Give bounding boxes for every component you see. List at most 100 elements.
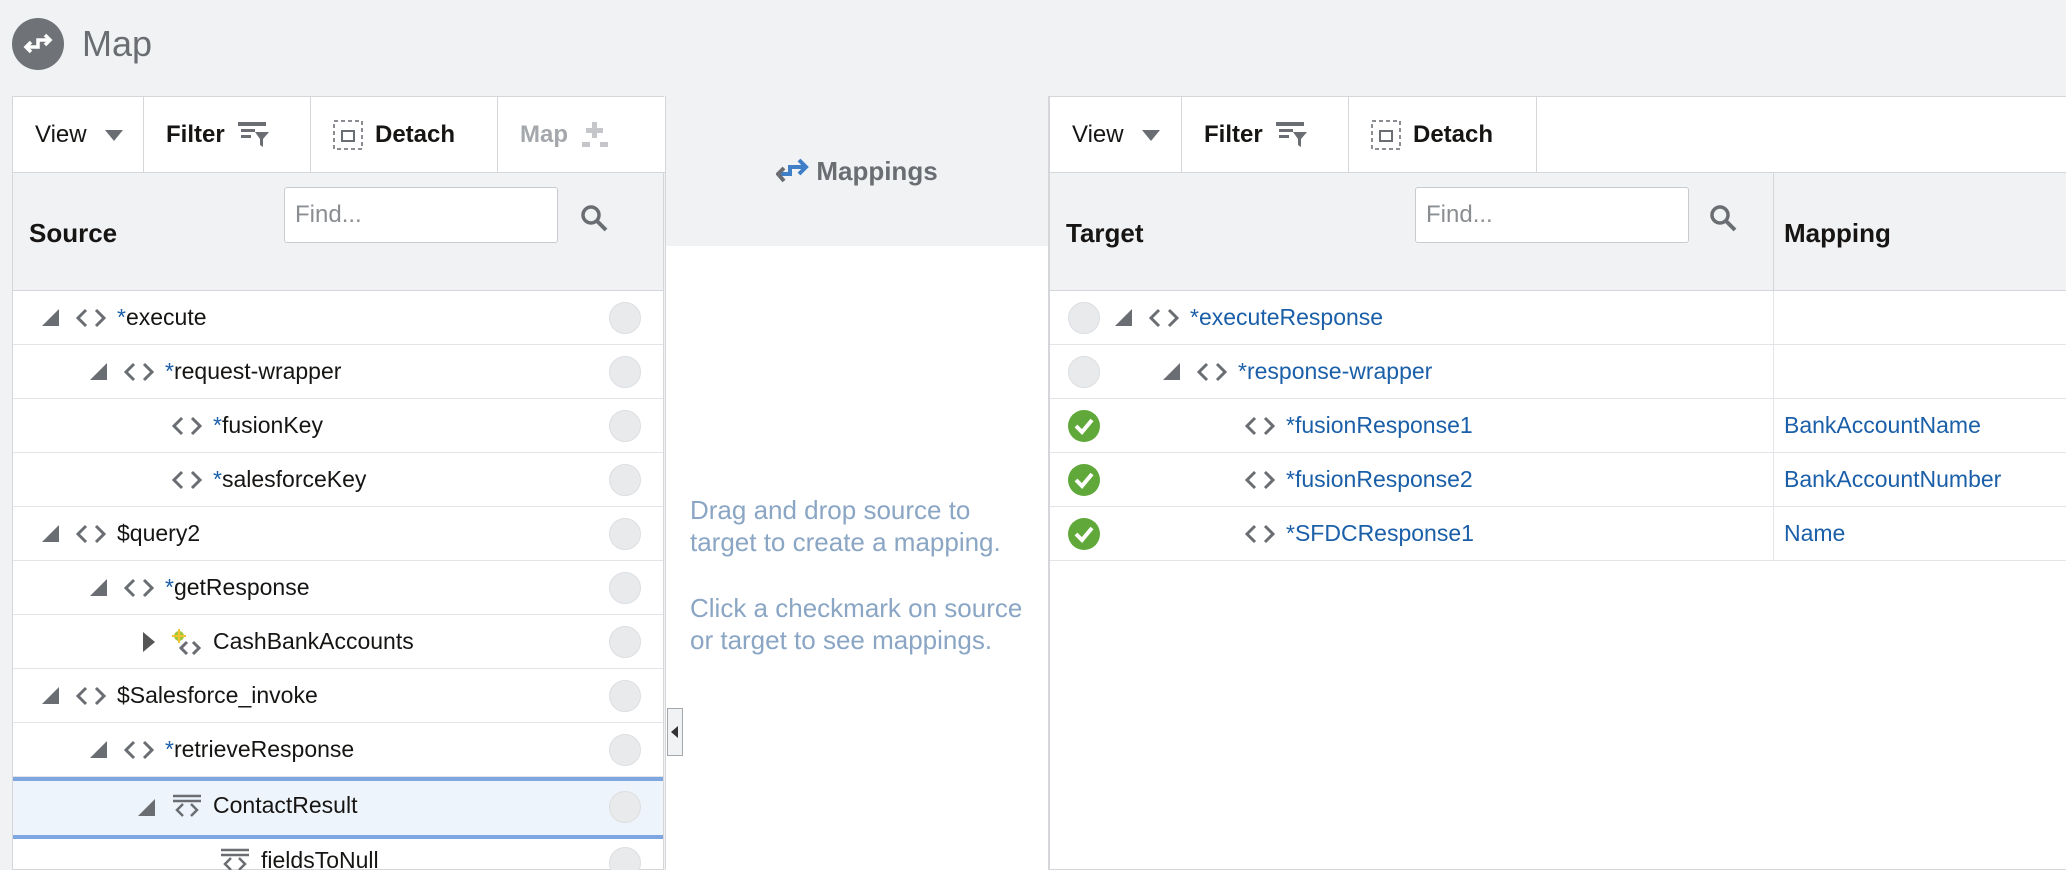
mapping-value[interactable]: BankAccountNumber [1784, 466, 2001, 493]
required-marker: * [165, 574, 174, 600]
element-icon [1196, 362, 1228, 382]
mapping-status-icon[interactable] [609, 626, 641, 658]
tree-row[interactable]: *SFDCResponse1 Name [1050, 507, 2066, 561]
tree-row[interactable]: *executeResponse [1050, 291, 2066, 345]
repeating-element-icon [173, 794, 201, 817]
expand-toggle-icon[interactable] [138, 799, 155, 816]
target-search-input[interactable] [1415, 187, 1689, 243]
target-filter-button[interactable]: Filter [1182, 97, 1349, 173]
element-icon [1244, 524, 1276, 544]
source-filter-button[interactable]: Filter [144, 97, 311, 173]
tree-row[interactable]: *request-wrapper [13, 345, 663, 399]
expand-toggle-icon[interactable] [42, 687, 59, 704]
mapping-status-icon[interactable] [609, 302, 641, 334]
source-toolbar: View Filter Detach Map [13, 97, 665, 173]
column-divider [1773, 173, 1774, 290]
element-icon [1148, 308, 1180, 328]
mapped-check-icon[interactable] [1068, 410, 1100, 442]
expand-toggle-icon[interactable] [1115, 309, 1132, 326]
tree-row[interactable]: *fusionKey [13, 399, 663, 453]
mapping-status-icon[interactable] [1068, 302, 1100, 334]
source-search-input[interactable] [284, 187, 558, 243]
required-marker: * [165, 358, 174, 384]
expand-toggle-icon[interactable] [90, 741, 107, 758]
target-toolbar: View Filter Detach [1050, 97, 2066, 173]
tree-row[interactable]: *execute [13, 291, 663, 345]
search-icon[interactable] [579, 203, 609, 233]
required-marker: * [213, 466, 222, 492]
mapping-status-icon[interactable] [609, 680, 641, 712]
mapping-value[interactable]: BankAccountName [1784, 412, 1981, 439]
element-icon [171, 470, 203, 490]
expand-toggle-icon[interactable] [143, 632, 155, 652]
expand-toggle-icon[interactable] [42, 309, 59, 326]
mapping-status-icon[interactable] [609, 734, 641, 766]
target-view-menu[interactable]: View [1050, 97, 1182, 173]
tree-node-text: $query2 [117, 520, 201, 546]
expand-toggle-icon[interactable] [42, 525, 59, 542]
tree-node-text: response-wrapper [1246, 358, 1433, 384]
tree-node-label: *fusionKey [213, 412, 323, 439]
view-label: View [1072, 121, 1124, 148]
column-divider [1773, 399, 1774, 452]
chevron-down-icon [1141, 129, 1160, 141]
tree-node-text: fieldsToNull [261, 847, 379, 870]
tree-node-label: fieldsToNull [261, 847, 379, 870]
collapse-source-panel-button[interactable] [667, 708, 683, 756]
tree-row-selected[interactable]: ContactResult [13, 777, 663, 839]
view-label: View [35, 121, 87, 148]
tree-node-text: retrieveResponse [173, 736, 355, 762]
tree-row[interactable]: *salesforceKey [13, 453, 663, 507]
detach-label: Detach [1413, 121, 1494, 148]
tree-node-text: $Salesforce_invoke [117, 682, 318, 708]
source-view-menu[interactable]: View [13, 97, 144, 173]
map-logo-icon [12, 18, 64, 70]
required-marker: * [1286, 412, 1295, 438]
required-marker: * [1286, 466, 1295, 492]
tree-node-text: execute [125, 304, 207, 330]
chevron-left-icon [671, 726, 678, 738]
tree-row[interactable]: *retrieveResponse [13, 723, 663, 777]
complex-element-icon [172, 629, 202, 655]
expand-toggle-icon[interactable] [1163, 363, 1180, 380]
element-icon [171, 416, 203, 436]
tree-node-text: fusionKey [221, 412, 323, 438]
source-column-title: Source [29, 218, 118, 248]
target-detach-button[interactable]: Detach [1349, 97, 1537, 173]
tree-row[interactable]: CashBankAccounts [13, 615, 663, 669]
mapped-check-icon[interactable] [1068, 464, 1100, 496]
page-title: Map [82, 23, 153, 64]
element-icon [123, 362, 155, 382]
mapped-check-icon[interactable] [1068, 518, 1100, 550]
tree-row[interactable]: *fusionResponse1 BankAccountName [1050, 399, 2066, 453]
source-map-button[interactable]: Map [498, 97, 665, 173]
mapping-status-icon[interactable] [609, 464, 641, 496]
mappings-title: Mappings [816, 155, 938, 186]
tree-row[interactable]: *fusionResponse2 BankAccountNumber [1050, 453, 2066, 507]
mapping-status-icon[interactable] [609, 791, 641, 823]
element-icon [75, 524, 107, 544]
source-detach-button[interactable]: Detach [311, 97, 498, 173]
expand-toggle-icon[interactable] [90, 363, 107, 380]
tree-node-label: *executeResponse [1190, 304, 1383, 331]
mapping-status-icon[interactable] [609, 847, 641, 870]
expand-toggle-icon[interactable] [90, 579, 107, 596]
tree-row[interactable]: fieldsToNull [13, 839, 663, 870]
mapping-status-icon[interactable] [609, 518, 641, 550]
mapping-status-icon[interactable] [609, 356, 641, 388]
mapping-value[interactable]: Name [1784, 520, 1845, 547]
required-marker: * [117, 304, 126, 330]
target-tree: *executeResponse *response-wrapper *fusi… [1050, 291, 2066, 870]
tree-row[interactable]: *response-wrapper [1050, 345, 2066, 399]
tree-row[interactable]: $Salesforce_invoke [13, 669, 663, 723]
mapping-hint-drag: Drag and drop source to target to create… [690, 495, 1001, 557]
search-icon[interactable] [1708, 203, 1738, 233]
mapping-status-icon[interactable] [609, 572, 641, 604]
mapping-status-icon[interactable] [609, 410, 641, 442]
tree-node-text: getResponse [173, 574, 310, 600]
tree-row[interactable]: *getResponse [13, 561, 663, 615]
tree-node-text: CashBankAccounts [213, 628, 414, 654]
required-marker: * [1238, 358, 1247, 384]
mapping-status-icon[interactable] [1068, 356, 1100, 388]
tree-row[interactable]: $query2 [13, 507, 663, 561]
